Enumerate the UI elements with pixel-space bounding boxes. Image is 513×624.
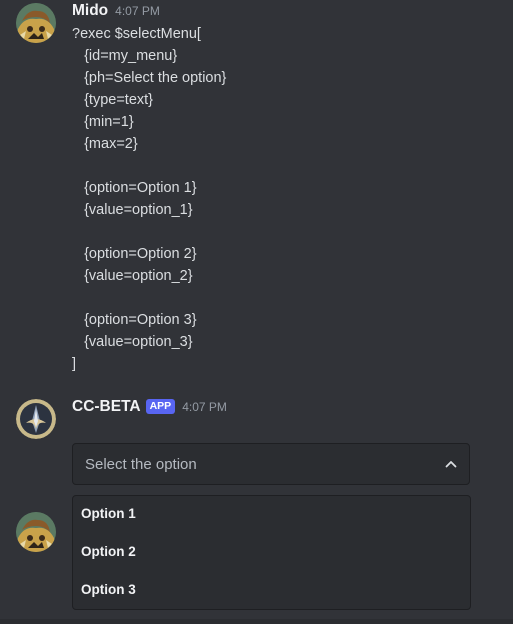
message-input-edge (0, 619, 513, 624)
message-line: {value=option_2} (72, 268, 193, 284)
chat-message-list: Mido 4:07 PM ?exec $selectMenu[ {id=my_m… (0, 0, 513, 624)
select-option-3[interactable]: Option 3 (73, 572, 470, 610)
message-header: CC-BETA APP 4:07 PM (72, 398, 227, 420)
bot-logo-avatar-icon (16, 399, 56, 439)
message-line: {value=option_1} (72, 202, 193, 218)
select-menu[interactable]: Select the option (72, 443, 470, 485)
select-option-2[interactable]: Option 2 (73, 534, 470, 572)
user-avatar[interactable] (16, 512, 56, 552)
message-line (72, 155, 226, 177)
message-line: {option=Option 1} (72, 180, 197, 196)
message-line: {option=Option 3} (72, 312, 197, 328)
user-avatar[interactable] (16, 3, 56, 43)
app-badge: APP (145, 399, 176, 414)
anime-character-avatar-icon (16, 512, 56, 552)
message-line: {value=option_3} (72, 334, 193, 350)
chevron-up-icon (445, 461, 457, 468)
message-line: {min=1} (72, 114, 134, 130)
select-placeholder: Select the option (85, 456, 197, 473)
message-line: ] (72, 356, 77, 372)
timestamp[interactable]: 4:07 PM (182, 400, 227, 414)
message-line: {option=Option 2} (72, 246, 197, 262)
message-line: {type=text} (72, 92, 154, 108)
message-line: {id=my_menu} (72, 48, 178, 64)
username[interactable]: Mido (72, 2, 108, 20)
username[interactable]: CC-BETA (72, 398, 141, 416)
anime-character-avatar-icon (16, 3, 56, 43)
message-header: Mido 4:07 PM (72, 2, 160, 24)
message-line (72, 287, 226, 309)
select-dropdown: Option 1 Option 2 Option 3 (72, 495, 471, 610)
message-content: ?exec $selectMenu[ {id=my_menu} {ph=Sele… (72, 23, 226, 375)
select-option-1[interactable]: Option 1 (73, 496, 470, 534)
message-mido: Mido 4:07 PM ?exec $selectMenu[ {id=my_m… (0, 0, 513, 380)
bot-avatar[interactable] (16, 399, 56, 439)
message-line (72, 221, 226, 243)
message-line: {ph=Select the option} (72, 70, 227, 86)
timestamp[interactable]: 4:07 PM (115, 4, 160, 18)
message-line: {max=2} (72, 136, 138, 152)
message-line: ?exec $selectMenu[ (72, 26, 201, 42)
